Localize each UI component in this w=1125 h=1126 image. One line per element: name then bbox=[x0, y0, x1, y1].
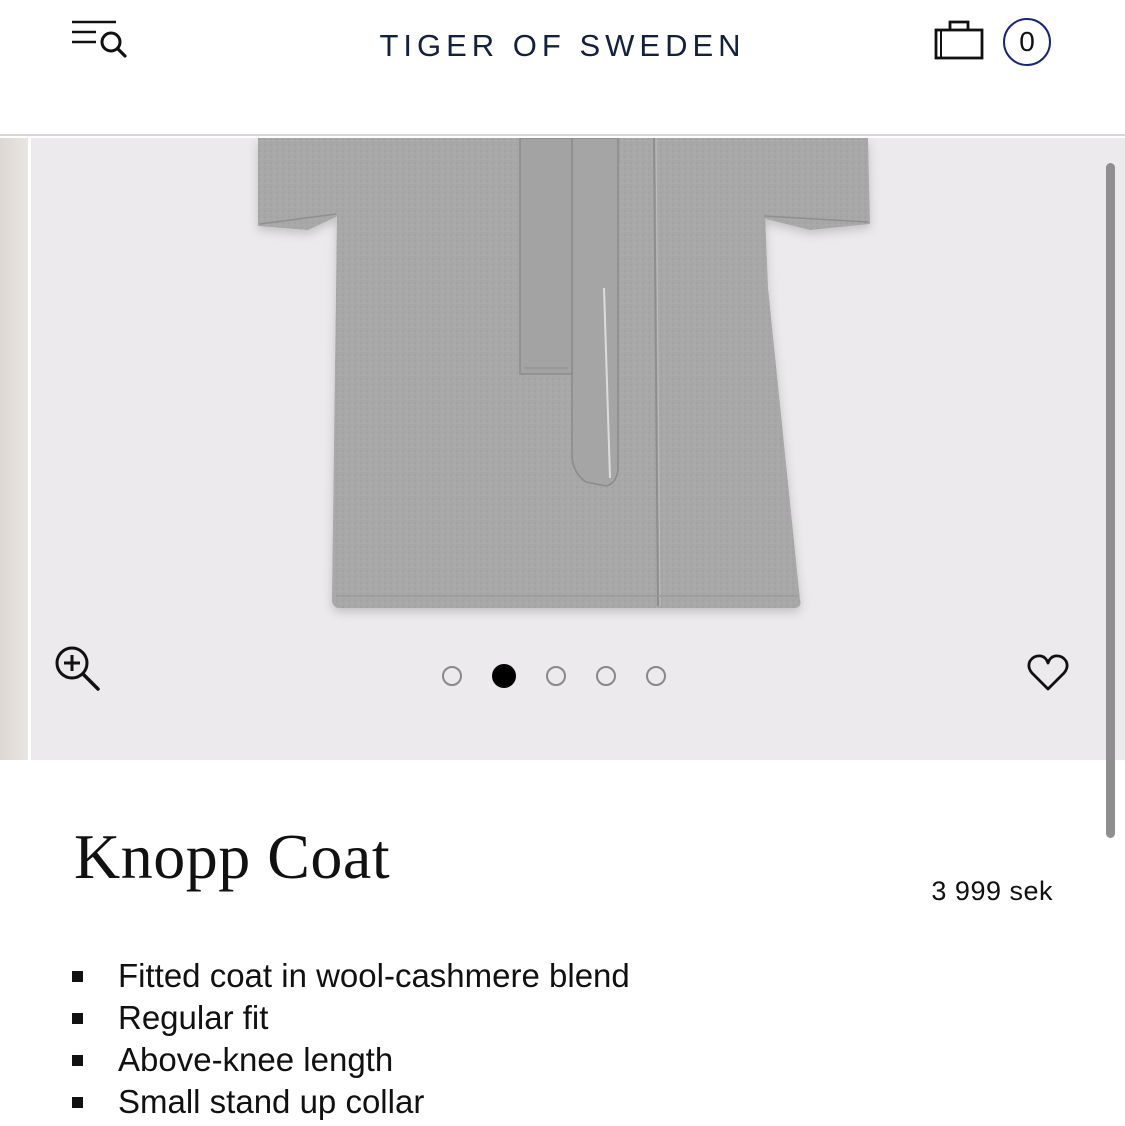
product-features-list: Fitted coat in wool-cashmere blend Regul… bbox=[72, 955, 630, 1123]
feature-text: Small stand up collar bbox=[118, 1083, 425, 1120]
bullet-icon bbox=[72, 1013, 83, 1024]
carousel-dot[interactable] bbox=[596, 666, 616, 686]
list-item: Above-knee length bbox=[72, 1039, 630, 1081]
feature-text: Regular fit bbox=[118, 999, 269, 1036]
feature-text: Fitted coat in wool-cashmere blend bbox=[118, 957, 630, 994]
heart-icon[interactable] bbox=[1026, 653, 1070, 693]
carousel-dot[interactable] bbox=[646, 666, 666, 686]
carousel-pagination bbox=[442, 664, 666, 690]
product-title: Knopp Coat bbox=[74, 821, 391, 892]
product-image-gallery[interactable] bbox=[0, 138, 1125, 760]
bullet-icon bbox=[72, 971, 83, 982]
list-item: Fitted coat in wool-cashmere blend bbox=[72, 955, 630, 997]
scrollbar[interactable] bbox=[1106, 163, 1115, 838]
bullet-icon bbox=[72, 1097, 83, 1108]
zoom-in-icon[interactable] bbox=[52, 643, 104, 695]
shopping-bag-icon[interactable] bbox=[930, 14, 992, 66]
carousel-dot[interactable] bbox=[442, 666, 462, 686]
bullet-icon bbox=[72, 1055, 83, 1066]
site-header: TIGER OF SWEDEN 0 bbox=[0, 0, 1125, 136]
carousel-dot-active[interactable] bbox=[492, 664, 516, 688]
feature-text: Above-knee length bbox=[118, 1041, 394, 1078]
list-item: Small stand up collar bbox=[72, 1081, 630, 1123]
list-item: Regular fit bbox=[72, 997, 630, 1039]
cart-count-badge[interactable]: 0 bbox=[1003, 18, 1051, 66]
carousel-dot[interactable] bbox=[546, 666, 566, 686]
product-price: 3 999 sek bbox=[931, 876, 1053, 906]
